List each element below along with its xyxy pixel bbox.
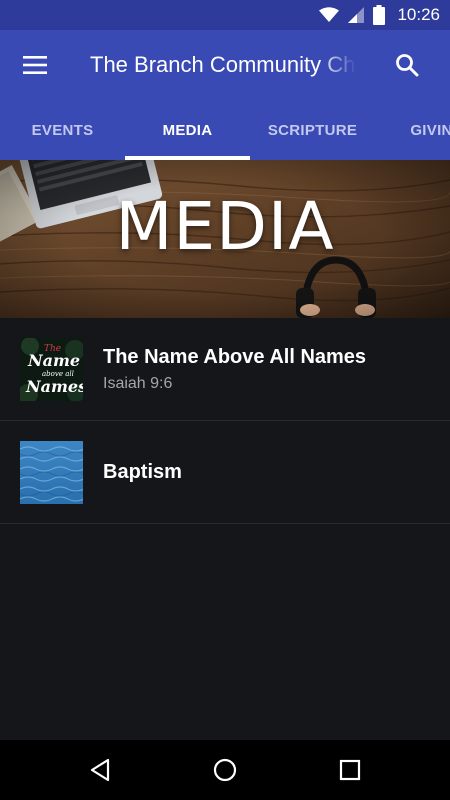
search-icon: [396, 54, 419, 77]
recents-button[interactable]: [330, 750, 370, 790]
tab-giving[interactable]: GIVING: [375, 100, 450, 160]
recents-icon: [339, 759, 361, 781]
sermon-thumbnail: The Name above all Names: [20, 337, 83, 401]
sermon-thumbnail: [20, 440, 83, 504]
item-title: Baptism: [103, 460, 182, 483]
media-banner: MEDIA: [0, 160, 450, 318]
back-button[interactable]: [80, 750, 120, 790]
tab-events[interactable]: EVENTS: [0, 100, 125, 160]
hamburger-menu-icon: [23, 56, 47, 74]
status-time: 10:26: [397, 5, 440, 24]
item-text: The Name Above All Names Isaiah 9:6: [103, 346, 440, 393]
tab-media[interactable]: MEDIA: [125, 100, 250, 160]
battery-icon: [373, 5, 386, 25]
app-title-container: The Branch Community Church: [90, 30, 356, 100]
search-button[interactable]: [378, 30, 436, 100]
app-title: The Branch Community Church: [90, 52, 356, 77]
home-button[interactable]: [205, 750, 245, 790]
thumb-text-name: Name: [27, 351, 80, 370]
wifi-icon: [319, 7, 340, 22]
item-subtitle: Isaiah 9:6: [103, 374, 173, 392]
item-title: The Name Above All Names: [103, 345, 367, 368]
app-bar: The Branch Community Church: [0, 30, 450, 100]
menu-button[interactable]: [0, 30, 70, 100]
signal-icon: [348, 7, 365, 23]
banner-title: MEDIA: [115, 188, 335, 265]
tab-scripture[interactable]: SCRIPTURE: [250, 100, 375, 160]
status-bar: 10:26: [0, 0, 450, 30]
system-nav-bar: [0, 740, 450, 800]
tab-bar: EVENTS MEDIA SCRIPTURE GIVING: [0, 100, 450, 160]
home-icon: [213, 758, 237, 782]
list-item[interactable]: The Name above all Names The Name Above …: [0, 318, 450, 421]
thumb-text-names: Names: [25, 377, 83, 396]
media-list: The Name above all Names The Name Above …: [0, 318, 450, 524]
back-icon: [90, 758, 110, 782]
item-text: Baptism: [103, 461, 440, 484]
list-item[interactable]: Baptism: [0, 421, 450, 524]
